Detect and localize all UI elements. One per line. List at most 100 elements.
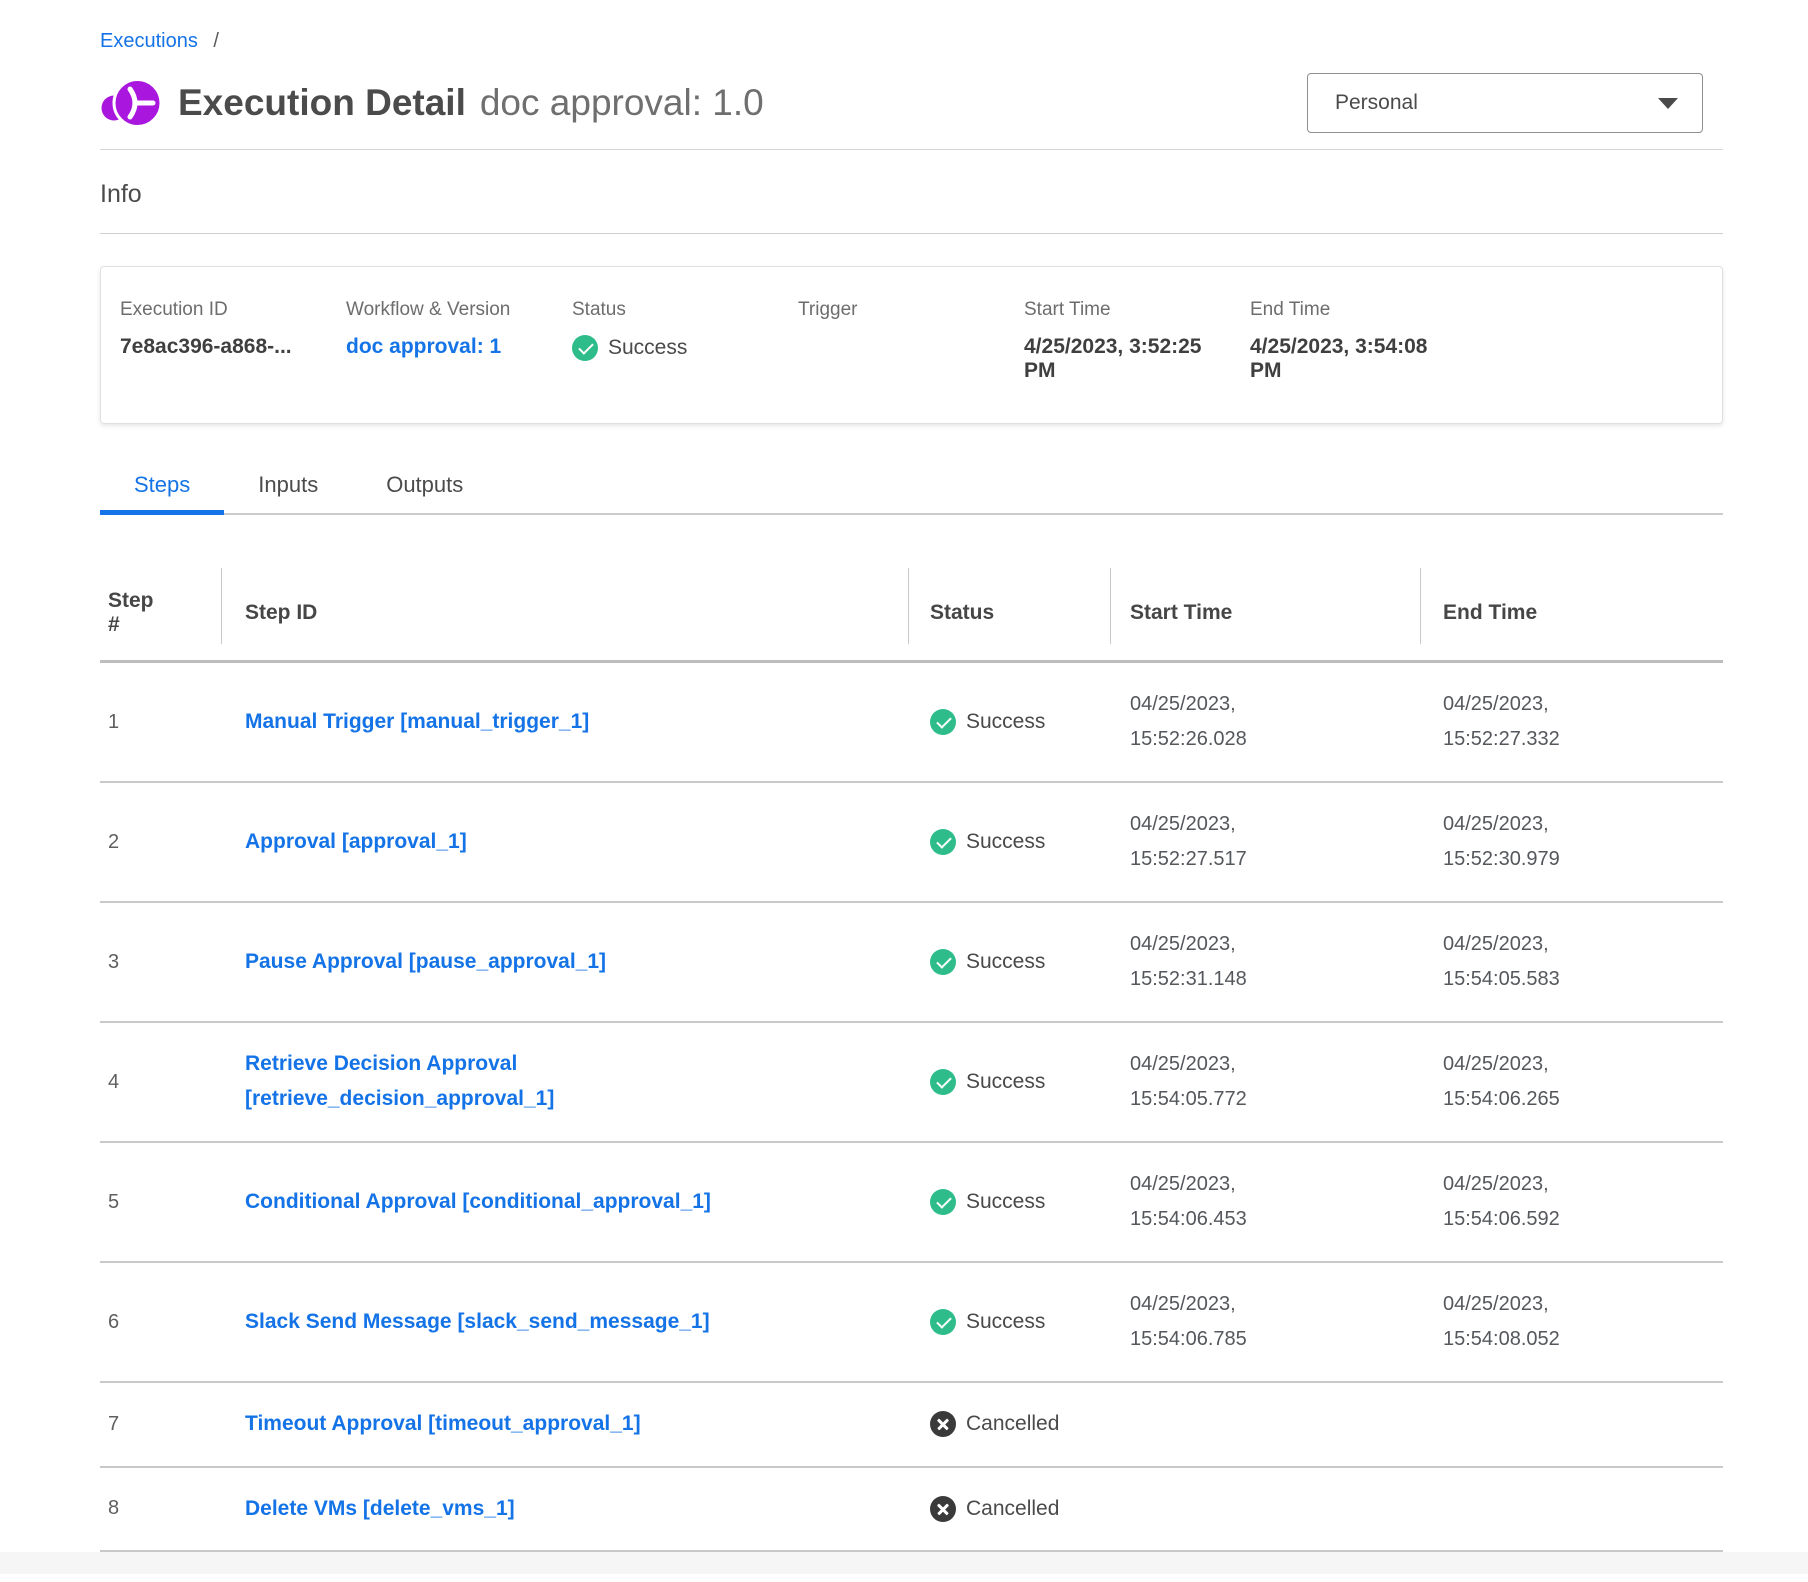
info-label: Start Time xyxy=(1024,299,1250,321)
column-header-status: Status xyxy=(908,565,1110,660)
step-number: 3 xyxy=(100,951,221,974)
tab-outputs[interactable]: Outputs xyxy=(352,472,497,513)
step-number: 2 xyxy=(100,831,221,854)
table-row: 3 Pause Approval [pause_approval_1] Succ… xyxy=(100,903,1723,1023)
step-number: 4 xyxy=(100,1071,221,1094)
step-id-link[interactable]: Pause Approval [pause_approval_1] xyxy=(245,945,606,980)
success-icon xyxy=(930,709,956,735)
success-icon xyxy=(930,1069,956,1095)
step-id-link[interactable]: Approval [approval_1] xyxy=(245,825,467,860)
step-start-time: 04/25/2023, 15:54:06.453 xyxy=(1110,1167,1420,1237)
info-label: Workflow & Version xyxy=(346,299,572,321)
column-header-step-number: Step # xyxy=(100,565,221,660)
scope-selector-value: Personal xyxy=(1335,91,1418,115)
success-icon xyxy=(572,335,598,361)
step-id-link[interactable]: Delete VMs [delete_vms_1] xyxy=(245,1492,515,1527)
table-row: 2 Approval [approval_1] Success 04/25/20… xyxy=(100,783,1723,903)
workflow-logo-icon xyxy=(100,75,162,131)
step-status: Success xyxy=(908,709,1110,735)
step-status: Success xyxy=(908,949,1110,975)
table-row: 4 Retrieve Decision Approval [retrieve_d… xyxy=(100,1023,1723,1143)
table-row: 8 Delete VMs [delete_vms_1] Cancelled xyxy=(100,1468,1723,1553)
info-field-end-time: End Time 4/25/2023, 3:54:08 PM xyxy=(1250,299,1476,383)
cancelled-icon xyxy=(930,1411,956,1437)
step-id-link[interactable]: Retrieve Decision Approval [retrieve_dec… xyxy=(245,1047,554,1116)
step-status: Success xyxy=(908,1069,1110,1095)
scope-selector-dropdown[interactable]: Personal xyxy=(1307,73,1703,133)
step-start-time: 04/25/2023, 15:54:06.785 xyxy=(1110,1287,1420,1357)
detail-tabs: Steps Inputs Outputs xyxy=(100,472,1723,515)
step-number: 7 xyxy=(100,1413,221,1436)
tab-inputs[interactable]: Inputs xyxy=(224,472,352,513)
info-field-workflow-version: Workflow & Version doc approval: 1 xyxy=(346,299,572,383)
execution-detail-page: Executions / Execution Detail doc approv… xyxy=(100,0,1723,1552)
step-status: Success xyxy=(908,1189,1110,1215)
steps-table-header: Step # Step ID Status Start Time End Tim… xyxy=(100,565,1723,663)
info-card: Execution ID 7e8ac396-a868-... Workflow … xyxy=(100,266,1723,424)
status-label: Success xyxy=(966,830,1045,854)
info-divider xyxy=(100,233,1723,234)
info-label: Execution ID xyxy=(120,299,346,321)
tab-steps[interactable]: Steps xyxy=(100,472,224,513)
execution-status-value: Success xyxy=(608,336,687,360)
info-field-execution-id: Execution ID 7e8ac396-a868-... xyxy=(120,299,346,383)
step-end-time: 04/25/2023, 15:52:27.332 xyxy=(1420,687,1723,757)
table-row: 1 Manual Trigger [manual_trigger_1] Succ… xyxy=(100,663,1723,783)
status-label: Success xyxy=(966,1190,1045,1214)
info-field-trigger: Trigger xyxy=(798,299,1024,383)
step-status: Success xyxy=(908,829,1110,855)
header-divider xyxy=(100,149,1723,150)
column-header-step-id: Step ID xyxy=(221,565,908,660)
step-status: Success xyxy=(908,1309,1110,1335)
step-end-time: 04/25/2023, 15:54:05.583 xyxy=(1420,927,1723,997)
status-label: Success xyxy=(966,710,1045,734)
step-end-time: 04/25/2023, 15:54:06.265 xyxy=(1420,1047,1723,1117)
cancelled-icon xyxy=(930,1496,956,1522)
step-status: Cancelled xyxy=(908,1496,1110,1522)
page-title: Execution Detail xyxy=(178,82,466,124)
table-row: 6 Slack Send Message [slack_send_message… xyxy=(100,1263,1723,1383)
step-end-time: 04/25/2023, 15:54:06.592 xyxy=(1420,1167,1723,1237)
end-time-value: 4/25/2023, 3:54:08 PM xyxy=(1250,335,1476,383)
step-number: 6 xyxy=(100,1311,221,1334)
step-id-link[interactable]: Timeout Approval [timeout_approval_1] xyxy=(245,1407,641,1442)
info-label: End Time xyxy=(1250,299,1476,321)
info-label: Trigger xyxy=(798,299,1024,321)
steps-table-body: 1 Manual Trigger [manual_trigger_1] Succ… xyxy=(100,663,1723,1552)
step-end-time: 04/25/2023, 15:54:08.052 xyxy=(1420,1287,1723,1357)
step-id-link[interactable]: Conditional Approval [conditional_approv… xyxy=(245,1185,711,1220)
execution-id-value: 7e8ac396-a868-... xyxy=(120,335,346,359)
success-icon xyxy=(930,949,956,975)
info-section-title: Info xyxy=(100,180,1723,209)
step-number: 8 xyxy=(100,1497,221,1520)
step-id-link[interactable]: Manual Trigger [manual_trigger_1] xyxy=(245,705,589,740)
step-start-time: 04/25/2023, 15:54:05.772 xyxy=(1110,1047,1420,1117)
start-time-value: 4/25/2023, 3:52:25 PM xyxy=(1024,335,1250,383)
chevron-down-icon xyxy=(1658,98,1678,109)
breadcrumb-separator: / xyxy=(213,30,219,52)
success-icon xyxy=(930,829,956,855)
step-status: Cancelled xyxy=(908,1411,1110,1437)
column-header-start-time: Start Time xyxy=(1110,565,1420,660)
table-row: 5 Conditional Approval [conditional_appr… xyxy=(100,1143,1723,1263)
step-number: 5 xyxy=(100,1191,221,1214)
status-label: Cancelled xyxy=(966,1412,1059,1436)
status-label: Success xyxy=(966,950,1045,974)
page-subtitle: doc approval: 1.0 xyxy=(480,82,764,124)
step-start-time: 04/25/2023, 15:52:31.148 xyxy=(1110,927,1420,997)
info-label: Status xyxy=(572,299,798,321)
breadcrumb-executions-link[interactable]: Executions xyxy=(100,30,198,52)
status-label: Success xyxy=(966,1070,1045,1094)
info-field-status: Status Success xyxy=(572,299,798,383)
step-id-link[interactable]: Slack Send Message [slack_send_message_1… xyxy=(245,1305,710,1340)
status-label: Success xyxy=(966,1310,1045,1334)
workflow-version-link[interactable]: doc approval: 1 xyxy=(346,335,501,358)
success-icon xyxy=(930,1309,956,1335)
info-field-start-time: Start Time 4/25/2023, 3:52:25 PM xyxy=(1024,299,1250,383)
step-start-time: 04/25/2023, 15:52:26.028 xyxy=(1110,687,1420,757)
breadcrumb: Executions / xyxy=(100,0,1723,53)
step-end-time: 04/25/2023, 15:52:30.979 xyxy=(1420,807,1723,877)
column-header-end-time: End Time xyxy=(1420,565,1723,660)
step-start-time: 04/25/2023, 15:52:27.517 xyxy=(1110,807,1420,877)
table-row: 7 Timeout Approval [timeout_approval_1] … xyxy=(100,1383,1723,1468)
